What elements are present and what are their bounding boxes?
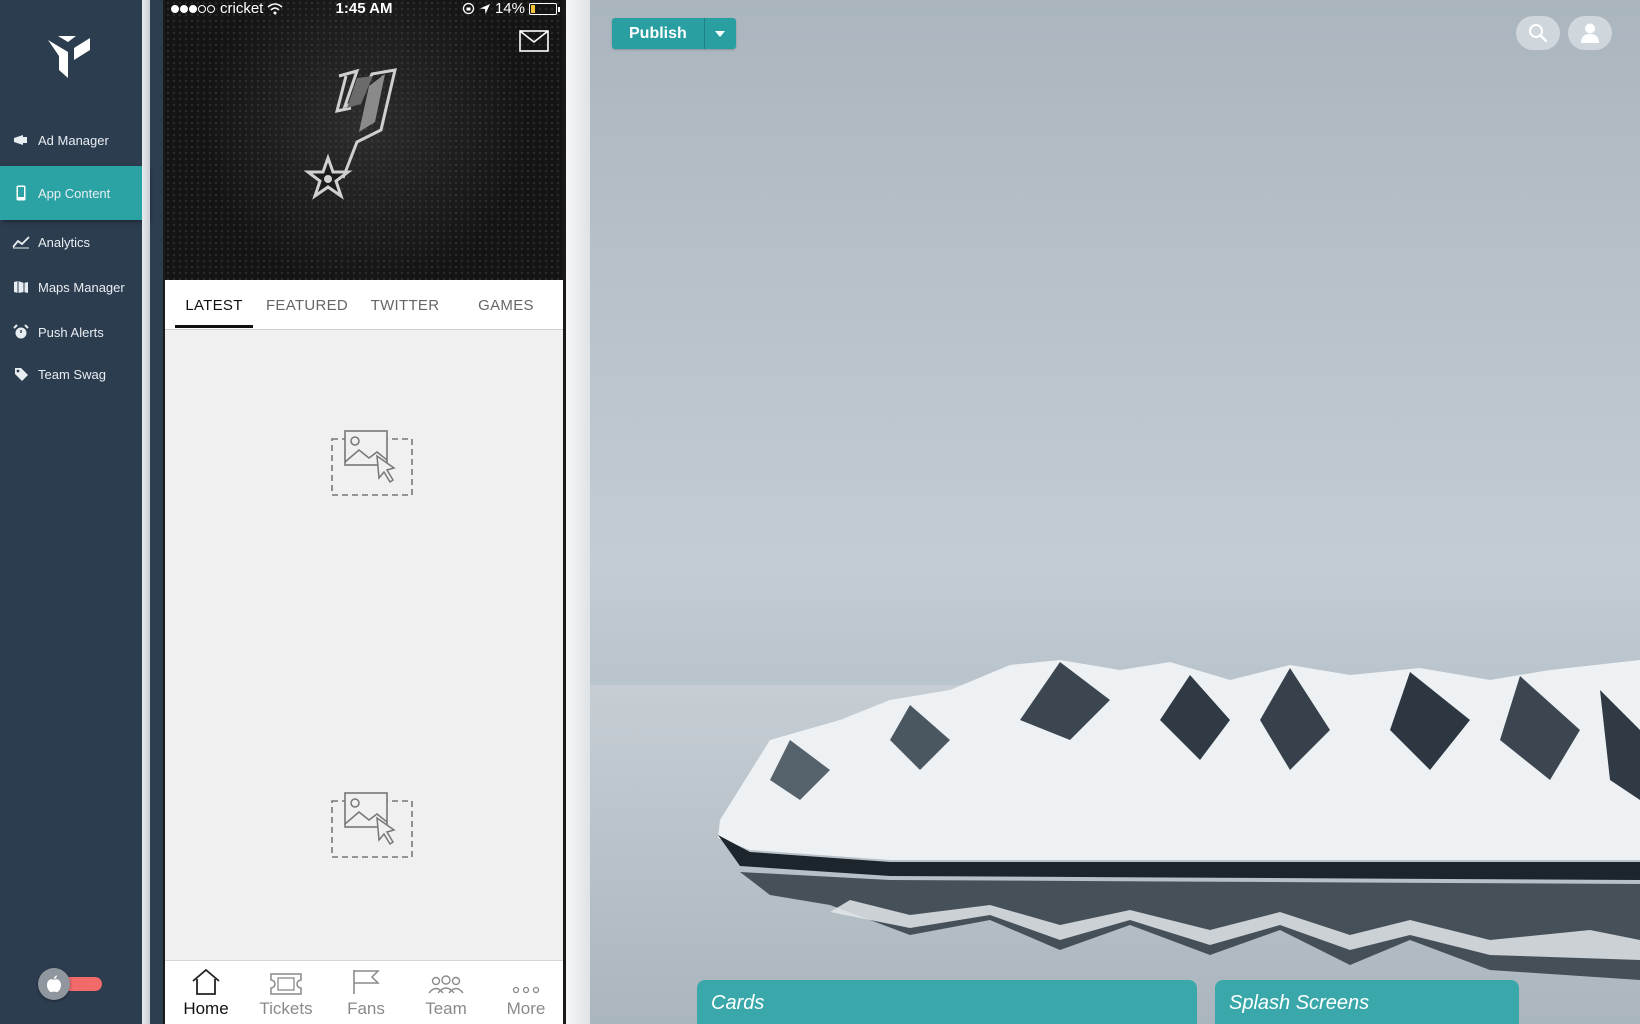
tab-latest[interactable]: LATEST <box>175 280 253 330</box>
sidebar-item-label: Analytics <box>38 234 91 250</box>
tag-icon <box>10 363 32 385</box>
home-icon <box>192 969 220 995</box>
splash-screens-panel-tab[interactable]: Splash Screens <box>1215 980 1519 1024</box>
bottom-nav-label: More <box>506 999 546 1018</box>
chart-line-icon <box>10 231 32 253</box>
search-button[interactable] <box>1516 16 1560 50</box>
bottom-nav-label: Home <box>183 999 229 1018</box>
sidebar-item-app-content[interactable]: App Content <box>0 166 148 220</box>
image-placeholder-icon[interactable] <box>331 792 413 858</box>
sidebar-divider <box>142 0 150 1024</box>
sidebar-item-label: App Content <box>38 185 111 201</box>
orientation-lock-icon <box>462 2 475 15</box>
bottom-nav-more[interactable]: More <box>487 961 563 1024</box>
phone-preview: cricket 1:45 AM 14% LATEST FEATURED TWIT… <box>163 0 566 1024</box>
chevron-down-icon <box>715 30 726 37</box>
sidebar: Ad Manager App Content Analytics Maps Ma… <box>0 0 148 1024</box>
status-bar: cricket 1:45 AM 14% <box>165 0 563 18</box>
alarm-icon <box>10 321 32 343</box>
sidebar-item-push-alerts[interactable]: Push Alerts <box>0 310 148 354</box>
tab-games[interactable]: GAMES <box>467 280 545 330</box>
publish-dropdown-button[interactable] <box>703 18 736 49</box>
flag-icon <box>353 970 380 994</box>
mail-icon[interactable] <box>519 30 549 52</box>
platform-toggle[interactable] <box>38 968 104 1000</box>
sidebar-item-team-swag[interactable]: Team Swag <box>0 352 148 396</box>
cards-panel-tab[interactable]: Cards <box>697 980 1197 1024</box>
publish-button[interactable]: Publish <box>612 18 704 49</box>
search-icon <box>1529 24 1548 43</box>
sidebar-item-label: Push Alerts <box>38 324 104 340</box>
bottom-nav: Home Tickets Fans Team More <box>165 960 563 1024</box>
publish-split-button: Publish <box>612 18 736 49</box>
team-logo-icon <box>303 68 397 200</box>
more-dots-icon <box>512 986 540 994</box>
sidebar-item-label: Maps Manager <box>38 279 125 295</box>
bottom-nav-label: Fans <box>347 999 385 1018</box>
bottom-nav-label: Tickets <box>259 999 313 1018</box>
bottom-nav-team[interactable]: Team <box>407 961 485 1024</box>
location-icon <box>479 3 490 14</box>
tab-featured[interactable]: FEATURED <box>266 280 348 330</box>
content-tabs: LATEST FEATURED TWITTER GAMES <box>165 280 563 330</box>
sidebar-item-analytics[interactable]: Analytics <box>0 220 148 264</box>
user-avatar-icon <box>1581 23 1599 43</box>
apple-icon <box>38 968 70 1000</box>
bottom-nav-label: Team <box>425 999 467 1018</box>
image-placeholder-icon[interactable] <box>331 430 413 496</box>
ticket-icon <box>270 973 302 995</box>
battery-icon <box>529 2 560 15</box>
preview-gutter <box>566 0 590 1024</box>
map-icon <box>10 276 32 298</box>
brand-logo-icon[interactable] <box>44 32 94 80</box>
sidebar-item-label: Team Swag <box>38 366 106 382</box>
mobile-icon <box>10 182 32 204</box>
group-icon <box>428 975 464 994</box>
user-menu-button[interactable] <box>1568 16 1612 50</box>
battery-percent: 14% <box>494 0 525 17</box>
landscape-background-image <box>590 660 1640 1024</box>
background-canvas <box>590 0 1640 1024</box>
bottom-nav-home[interactable]: Home <box>167 961 245 1024</box>
sidebar-item-maps-manager[interactable]: Maps Manager <box>0 265 148 309</box>
bottom-nav-tickets[interactable]: Tickets <box>247 961 325 1024</box>
sidebar-item-label: Ad Manager <box>38 132 109 148</box>
megaphone-icon <box>10 129 32 151</box>
app-header: cricket 1:45 AM 14% <box>165 0 563 280</box>
sidebar-item-ad-manager[interactable]: Ad Manager <box>0 118 148 162</box>
bottom-nav-fans[interactable]: Fans <box>327 961 405 1024</box>
tab-twitter[interactable]: TWITTER <box>365 280 445 330</box>
